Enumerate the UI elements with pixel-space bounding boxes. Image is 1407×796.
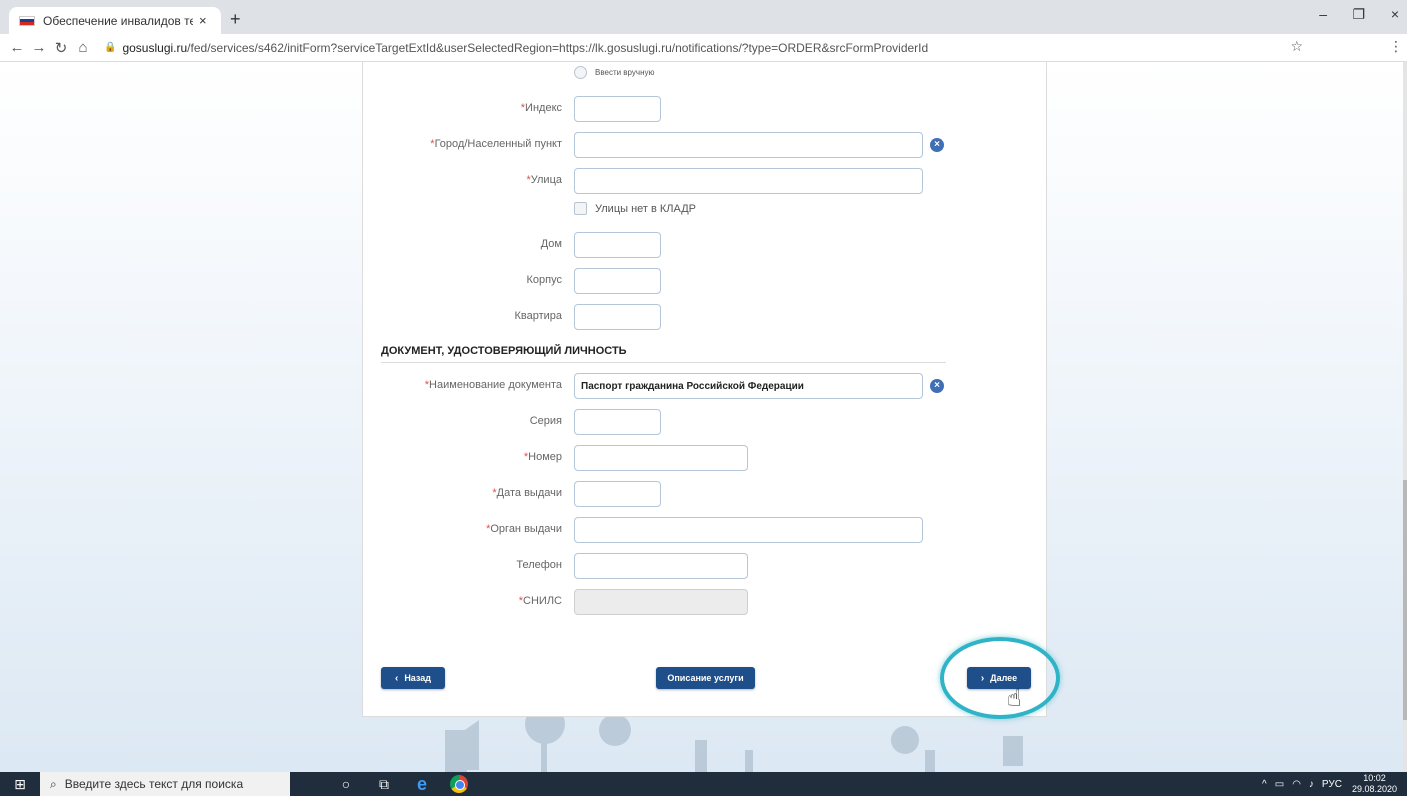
new-tab-icon[interactable]: + <box>230 9 241 30</box>
issue-date-label: *Дата выдачи <box>492 487 562 499</box>
apartment-input[interactable] <box>574 304 661 330</box>
window-close-icon[interactable]: × <box>1391 6 1399 22</box>
hand-cursor-icon: ☝ <box>1007 685 1022 712</box>
street-label: *Улица <box>526 174 562 186</box>
reload-icon[interactable]: ↻ <box>50 39 72 57</box>
form-panel: Ввести вручную *Индекс *Город/Населенный… <box>362 62 1047 717</box>
series-row: Серия <box>363 409 1048 435</box>
doc-name-clear-icon[interactable]: × <box>930 379 944 393</box>
issue-date-input[interactable] <box>574 481 661 507</box>
edge-icon[interactable]: e <box>406 774 438 795</box>
index-label: *Индекс <box>520 102 562 114</box>
bookmark-star-icon[interactable]: ☆ <box>1290 38 1303 55</box>
document-section-title: ДОКУМЕНТ, УДОСТОВЕРЯЮЩИЙ ЛИЧНОСТЬ <box>381 345 627 357</box>
system-tray: ^ ▭ ◠ ♪ РУС 10:02 29.08.2020 <box>1254 772 1397 796</box>
snils-input <box>574 589 748 615</box>
street-row: *Улица <box>363 168 1048 194</box>
issuer-label: *Орган выдачи <box>486 523 562 535</box>
house-input[interactable] <box>574 232 661 258</box>
snils-row: *СНИЛС <box>363 589 1048 615</box>
chrome-icon[interactable] <box>450 775 468 793</box>
doc-name-label: *Наименование документа <box>424 379 562 391</box>
number-input[interactable] <box>574 445 748 471</box>
search-icon: ⌕ <box>50 776 57 791</box>
apartment-row: Квартира <box>363 304 1048 330</box>
house-label: Дом <box>540 238 562 250</box>
volume-icon[interactable]: ♪ <box>1309 779 1314 790</box>
issuer-input[interactable] <box>574 517 923 543</box>
windows-start-icon[interactable]: ⊞ <box>0 772 40 796</box>
section-divider <box>381 362 946 363</box>
street-input[interactable] <box>574 168 923 194</box>
manual-entry-radio[interactable] <box>574 66 587 79</box>
tray-chevron-icon[interactable]: ^ <box>1262 779 1267 790</box>
manual-entry-label: Ввести вручную <box>595 68 655 77</box>
series-input[interactable] <box>574 409 661 435</box>
doc-name-row: *Наименование документа × <box>363 373 1048 399</box>
back-arrow-icon[interactable]: ← <box>6 39 28 56</box>
forward-arrow-icon[interactable]: → <box>28 39 50 56</box>
taskbar-search[interactable]: ⌕ Введите здесь текст для поиска <box>40 772 290 796</box>
restore-icon[interactable]: ❐ <box>1352 6 1365 23</box>
chevron-left-icon: ‹ <box>394 672 399 684</box>
building-input[interactable] <box>574 268 661 294</box>
task-view-icon[interactable]: ⧉ <box>368 776 400 793</box>
browser-tabbar: Обеспечение инвалидов техни × + – ❐ × <box>0 0 1407 34</box>
browser-tab[interactable]: Обеспечение инвалидов техни × <box>9 7 221 34</box>
tab-title: Обеспечение инвалидов техни <box>43 13 193 28</box>
cortana-icon[interactable]: ○ <box>330 776 362 792</box>
url-field[interactable]: 🔒 gosuslugi.ru /fed/services/s462/initFo… <box>104 41 928 55</box>
index-input[interactable] <box>574 96 661 122</box>
network-icon[interactable]: ▭ <box>1275 779 1284 790</box>
scrollbar[interactable] <box>1403 62 1407 772</box>
apartment-label: Квартира <box>514 310 562 322</box>
clock[interactable]: 10:02 29.08.2020 <box>1352 773 1397 795</box>
service-description-button[interactable]: Описание услуги <box>656 667 755 689</box>
house-row: Дом <box>363 232 1048 258</box>
browser-menu-icon[interactable]: ⋮ <box>1389 38 1403 55</box>
manual-entry-row: Ввести вручную <box>363 62 1048 88</box>
issue-date-row: *Дата выдачи <box>363 481 1048 507</box>
tab-close-icon[interactable]: × <box>199 13 207 28</box>
building-row: Корпус <box>363 268 1048 294</box>
minimize-icon[interactable]: – <box>1319 6 1327 22</box>
url-path: /fed/services/s462/initForm?serviceTarge… <box>187 40 929 55</box>
highlight-ring <box>940 637 1060 719</box>
city-clear-icon[interactable]: × <box>930 138 944 152</box>
city-row: *Город/Населенный пункт × <box>363 132 1048 158</box>
wifi-icon[interactable]: ◠ <box>1292 779 1301 790</box>
language-indicator[interactable]: РУС <box>1322 779 1342 790</box>
issuer-row: *Орган выдачи <box>363 517 1048 543</box>
building-label: Корпус <box>526 274 562 286</box>
lock-icon: 🔒 <box>104 42 117 53</box>
russia-flag-icon <box>19 15 35 26</box>
no-street-row: Улицы нет в КЛАДР <box>574 202 696 215</box>
series-label: Серия <box>529 415 562 427</box>
no-street-checkbox[interactable] <box>574 202 587 215</box>
no-street-label: Улицы нет в КЛАДР <box>595 202 697 215</box>
city-label: *Город/Населенный пункт <box>430 138 562 150</box>
city-input[interactable] <box>574 132 923 158</box>
doc-name-input[interactable] <box>574 373 923 399</box>
index-row: *Индекс <box>363 96 1048 122</box>
windows-taskbar: ⊞ ⌕ Введите здесь текст для поиска ○ ⧉ e… <box>0 772 1407 796</box>
address-bar: ← → ↻ ⌂ 🔒 gosuslugi.ru /fed/services/s46… <box>0 34 1407 62</box>
back-button[interactable]: ‹ Назад <box>381 667 445 689</box>
snils-label: *СНИЛС <box>518 595 562 607</box>
phone-input[interactable] <box>574 553 748 579</box>
phone-label: Телефон <box>516 559 562 571</box>
number-label: *Номер <box>523 451 562 463</box>
home-icon[interactable]: ⌂ <box>72 39 94 56</box>
phone-row: Телефон <box>363 553 1048 579</box>
number-row: *Номер <box>363 445 1048 471</box>
url-host: gosuslugi.ru <box>122 40 188 55</box>
